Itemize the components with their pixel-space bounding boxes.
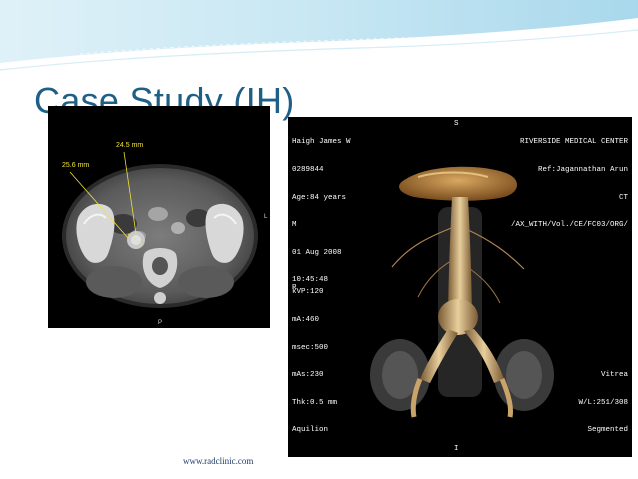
footer-website: www.radclinic.com <box>183 456 254 466</box>
overlay-line: RIVERSIDE MEDICAL CENTER <box>519 138 628 147</box>
render-info-overlay: Vitrea W/L:251/308 Segmented <box>578 353 628 454</box>
overlay-line: 0289844 <box>292 166 324 175</box>
overlay-line: Haigh James W <box>292 138 351 147</box>
overlay-line: W/L:251/308 <box>578 398 628 407</box>
orientation-bottom: I <box>454 445 459 453</box>
ct-measurement-label: 25.6 mm <box>62 162 90 169</box>
ct-measurement-label: 24.5 mm <box>116 142 144 149</box>
ct-axial-image: 24.5 mm 25.6 mm L P <box>48 106 270 328</box>
orientation-top: S <box>454 120 459 128</box>
overlay-line: mAs:230 <box>292 371 324 380</box>
overlay-line: Ref:Jagannathan Arun <box>537 166 628 175</box>
slide-banner <box>0 0 638 71</box>
overlay-line: Age:84 years <box>292 193 347 202</box>
overlay-line: msec:500 <box>292 343 329 352</box>
overlay-line: Aquilion <box>292 426 329 435</box>
ct-angiogram-image: Haigh James W 0289844 Age:84 years M 01 … <box>288 117 632 457</box>
ct-orientation-bottom: P <box>158 320 163 326</box>
ct-orientation-left: L <box>264 214 268 220</box>
overlay-line: mA:460 <box>292 315 320 324</box>
overlay-line: Thk:0.5 mm <box>292 398 338 407</box>
slide: Case Study (IH) 24.5 mm 25.6 mm L P Haig… <box>0 0 638 479</box>
overlay-line: Vitrea <box>600 371 628 380</box>
scan-parameters-overlay: kVP:120 mA:460 msec:500 mAs:230 Thk:0.5 … <box>292 270 337 454</box>
overlay-line: 01 Aug 2008 <box>292 248 342 257</box>
institution-overlay: RIVERSIDE MEDICAL CENTER Ref:Jagannathan… <box>511 120 628 249</box>
overlay-line: kVP:120 <box>292 288 324 297</box>
ct-scan-graphic <box>62 151 258 308</box>
overlay-line: /AX_WITH/Vol./CE/FC03/ORG/ <box>510 221 628 230</box>
overlay-line: M <box>292 221 297 230</box>
overlay-line: Segmented <box>587 426 628 435</box>
overlay-line: CT <box>618 193 628 202</box>
